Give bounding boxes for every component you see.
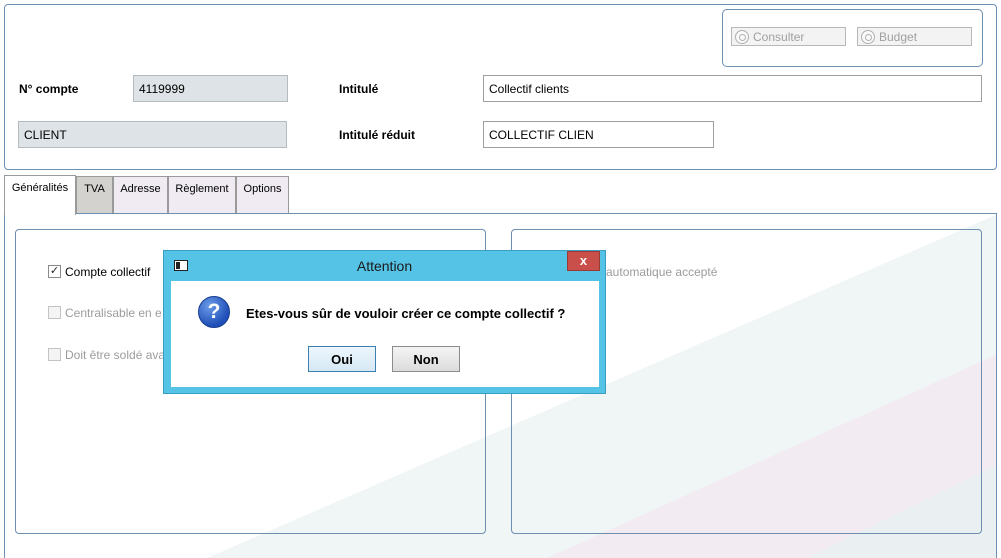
tab-tva[interactable]: TVA bbox=[76, 176, 113, 213]
tab-label: Options bbox=[243, 183, 282, 195]
no-button[interactable]: Non bbox=[392, 346, 460, 372]
tab-label: Adresse bbox=[120, 183, 161, 195]
search-icon bbox=[861, 29, 875, 44]
consulter-button[interactable]: Consulter bbox=[731, 27, 846, 46]
consulter-label: Consulter bbox=[753, 29, 805, 44]
dialog-title: Attention bbox=[356, 258, 413, 274]
tab-label: Généralités bbox=[11, 182, 69, 194]
tab-label: TVA bbox=[84, 183, 105, 195]
account-number-label: N° compte bbox=[19, 82, 79, 96]
doit-etre-solde-label: Doit être soldé ava bbox=[65, 348, 166, 362]
compte-collectif-label: Compte collectif bbox=[65, 265, 151, 279]
budget-label: Budget bbox=[879, 29, 918, 44]
centralisable-checkbox[interactable] bbox=[48, 306, 61, 319]
doit-etre-solde-checkbox[interactable] bbox=[48, 348, 61, 361]
tab-reglement[interactable]: Règlement bbox=[168, 176, 236, 213]
dialog-message: Etes-vous sûr de vouloir créer ce compte… bbox=[246, 306, 566, 321]
account-type-field[interactable]: CLIENT bbox=[18, 121, 287, 148]
account-number-field[interactable]: 4119999 bbox=[133, 75, 288, 102]
centralisable-label: Centralisable en e bbox=[65, 306, 162, 320]
dialog-body: ? Etes-vous sûr de vouloir créer ce comp… bbox=[171, 281, 599, 387]
yes-button[interactable]: Oui bbox=[308, 346, 376, 372]
right-option-label: e automatique accepté bbox=[596, 265, 718, 279]
title-label: Intitulé bbox=[339, 82, 379, 96]
confirm-dialog: Attention x ? Etes-vous sûr de vouloir c… bbox=[163, 250, 606, 394]
title-field[interactable]: Collectif clients bbox=[483, 75, 982, 102]
tab-label: Règlement bbox=[175, 183, 229, 195]
close-button[interactable]: x bbox=[567, 251, 600, 271]
budget-button[interactable]: Budget bbox=[857, 27, 972, 46]
tab-generalites[interactable]: Généralités bbox=[4, 175, 76, 215]
compte-collectif-checkbox[interactable] bbox=[48, 265, 61, 278]
tab-options[interactable]: Options bbox=[236, 176, 289, 213]
short-title-label: Intitulé réduit bbox=[339, 128, 415, 142]
question-icon: ? bbox=[198, 296, 230, 328]
search-icon bbox=[735, 29, 749, 44]
tab-adresse[interactable]: Adresse bbox=[113, 176, 168, 213]
short-title-field[interactable]: COLLECTIF CLIEN bbox=[483, 121, 714, 148]
